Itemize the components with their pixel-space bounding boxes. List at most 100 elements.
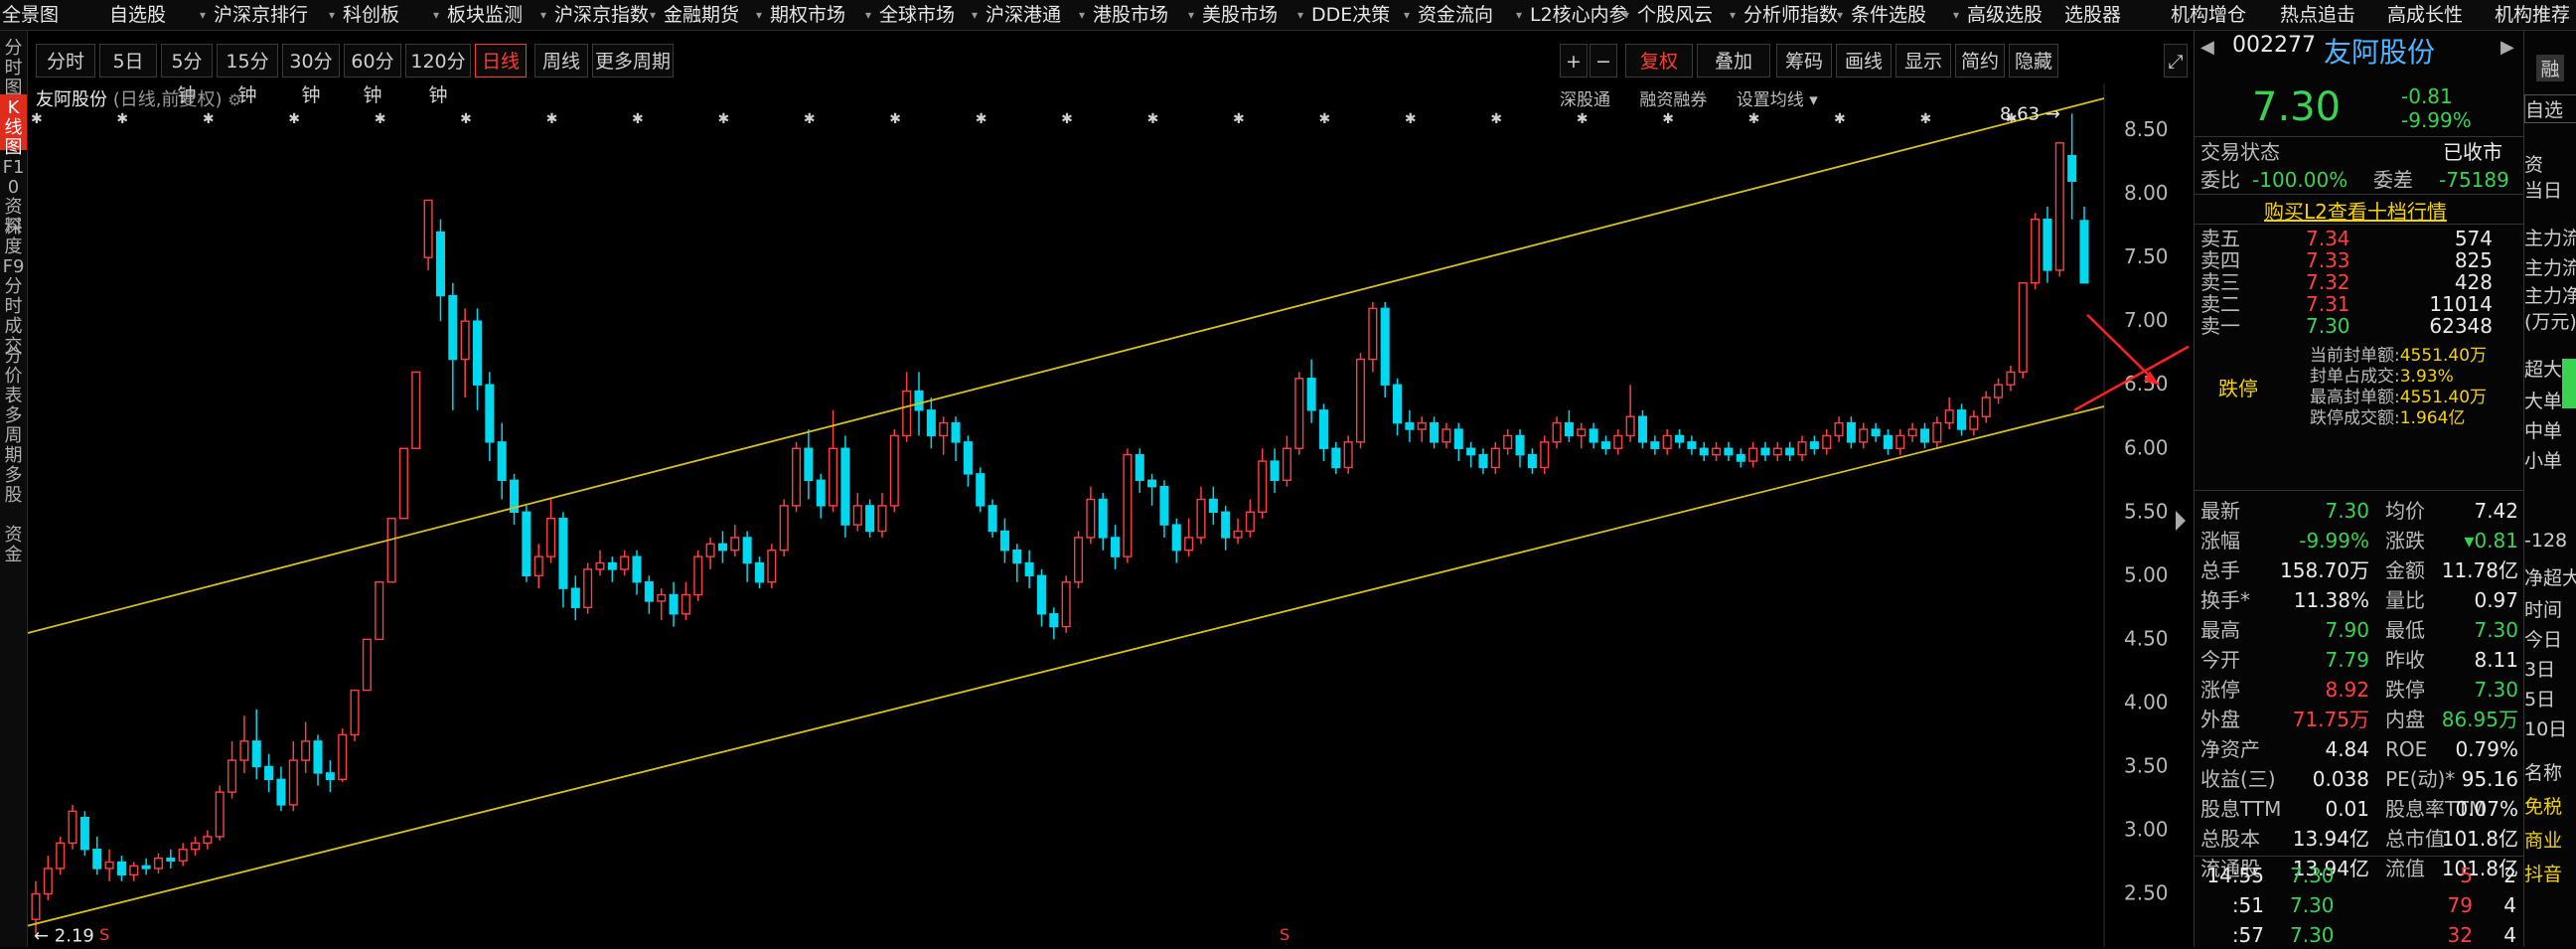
toolbar-right-4[interactable]: 筹码 bbox=[1776, 44, 1832, 78]
chevron-down-icon: ▾ bbox=[1730, 8, 1737, 22]
rail-item-1[interactable]: K线图 bbox=[0, 94, 27, 158]
rail-item-3[interactable]: 深度F9 bbox=[0, 214, 27, 277]
top-nav-bar: 全景图 自选股 ▾ 沪深京排行 ▾ 科创板 ▾ 板块监测 ▾ 沪深京指数 ▾ 金融期货 ▾ 期权市场 ▾ 全球… bbox=[0, 0, 2576, 31]
nav-item-18[interactable]: 高级选股 bbox=[1967, 0, 2043, 30]
period-tab-1[interactable]: 5日 bbox=[99, 44, 157, 78]
candle bbox=[1135, 448, 1144, 494]
kline-chart[interactable]: 8.50 8.00 7.50 7.00 6.50 6.00 5.50 5.00 4.50 4.00… bbox=[28, 83, 2189, 947]
nav-item-5[interactable]: 沪深京指数 bbox=[554, 0, 649, 30]
y-tick-label: 8.50 bbox=[2124, 117, 2169, 141]
toolbar-right-0[interactable]: + bbox=[1560, 44, 1588, 78]
candle bbox=[1662, 429, 1672, 455]
rail-item-0[interactable]: 分时图 bbox=[0, 35, 27, 98]
toolbar-right-8[interactable]: 隐藏 bbox=[2009, 44, 2058, 78]
ask-row[interactable]: 卖二 7.31 11014 bbox=[2195, 293, 2523, 315]
nav-item-12[interactable]: DDE决策 bbox=[1311, 0, 1390, 30]
panel-toggle-icon[interactable] bbox=[2176, 511, 2186, 531]
period-tab-8[interactable]: 周线 bbox=[534, 44, 588, 78]
l2-upgrade-link[interactable]: 购买L2查看十档行情 bbox=[2264, 196, 2447, 225]
nav-item-11[interactable]: 美股市场 bbox=[1202, 0, 1278, 30]
y-tick-label: 5.50 bbox=[2124, 499, 2169, 523]
nav-item-1[interactable]: 自选股 bbox=[109, 0, 166, 30]
toolbar-right-2[interactable]: 复权 bbox=[1625, 44, 1693, 78]
s-marker: S bbox=[1280, 925, 1289, 944]
stat-value: 4.84 bbox=[2325, 737, 2369, 761]
trade-row: :57 7.30 32 4 bbox=[2195, 921, 2523, 949]
nav-item-14[interactable]: L2核心内参 bbox=[1530, 0, 1628, 30]
rail-item-7[interactable]: 多股 bbox=[0, 462, 27, 518]
nav-item-22[interactable]: 高成长性 bbox=[2387, 0, 2463, 30]
fund-flow-item-17: 5日 bbox=[2524, 689, 2556, 711]
y-tick-label: 3.00 bbox=[2124, 818, 2169, 842]
toolbar-right-3[interactable]: 叠加 bbox=[1697, 44, 1770, 78]
period-tab-7[interactable]: 日线 bbox=[475, 44, 527, 78]
rail-item-6[interactable]: 多周期 bbox=[0, 402, 27, 466]
period-tab-2[interactable]: 5分钟 bbox=[161, 44, 213, 106]
annotation-arrow[interactable] bbox=[2073, 345, 2189, 411]
nav-item-7[interactable]: 期权市场 bbox=[770, 0, 845, 30]
period-tab-0[interactable]: 分时 bbox=[36, 44, 95, 78]
nav-item-17[interactable]: 条件选股 bbox=[1851, 0, 1926, 30]
ask-label: 卖二 bbox=[2200, 292, 2240, 316]
candle bbox=[1613, 429, 1623, 455]
rail-item-8[interactable]: 资金 bbox=[0, 522, 27, 577]
nav-item-0[interactable]: 全景图 bbox=[2, 0, 59, 30]
candle bbox=[1503, 429, 1513, 455]
toolbar-right-7[interactable]: 简约 bbox=[1955, 44, 2005, 78]
nav-item-2[interactable]: 沪深京排行 bbox=[214, 0, 308, 30]
nav-item-3[interactable]: 科创板 bbox=[343, 0, 399, 30]
candle bbox=[1637, 409, 1648, 449]
period-tab-3[interactable]: 15分钟 bbox=[217, 44, 278, 106]
ask-volume: 62348 bbox=[2429, 314, 2493, 338]
nav-item-4[interactable]: 板块监测 bbox=[447, 0, 523, 30]
event-marker: ✱ bbox=[1577, 111, 1589, 127]
candle bbox=[926, 397, 936, 449]
fullscreen-icon[interactable]: ⤢ bbox=[2164, 44, 2188, 78]
nav-item-8[interactable]: 全球市场 bbox=[879, 0, 955, 30]
candle bbox=[1318, 403, 1328, 462]
candle bbox=[632, 550, 642, 595]
nav-item-9[interactable]: 沪深港通 bbox=[985, 0, 1061, 30]
nav-item-6[interactable]: 金融期货 bbox=[664, 0, 739, 30]
ask-label: 卖一 bbox=[2200, 314, 2240, 338]
next-stock-icon[interactable]: ▶ bbox=[2500, 37, 2514, 58]
period-tab-4[interactable]: 30分钟 bbox=[282, 44, 340, 106]
channel-lower-line[interactable] bbox=[28, 405, 2105, 927]
nav-item-13[interactable]: 资金流向 bbox=[1418, 0, 1493, 30]
stat-label: 换手* bbox=[2200, 588, 2250, 612]
candle bbox=[338, 728, 348, 782]
nav-item-20[interactable]: 机构增仓 bbox=[2171, 0, 2246, 30]
ask-row[interactable]: 卖四 7.33 825 bbox=[2195, 249, 2523, 271]
fund-flow-item-1[interactable]: 自选 bbox=[2524, 94, 2576, 123]
nav-item-15[interactable]: 个股风云 bbox=[1637, 0, 1713, 30]
candle bbox=[939, 416, 949, 455]
candle bbox=[1834, 416, 1844, 442]
ask-row[interactable]: 卖一 7.30 62348 bbox=[2195, 315, 2523, 337]
nav-item-23[interactable]: 机构推荐 bbox=[2495, 0, 2570, 30]
period-tab-6[interactable]: 120分钟 bbox=[405, 44, 471, 106]
fund-flow-item-0[interactable]: 融 bbox=[2536, 55, 2564, 81]
candle bbox=[2031, 213, 2041, 290]
toolbar-right-1[interactable]: − bbox=[1590, 44, 1617, 78]
stat-row: 外盘 71.75万 内盘 86.95万 bbox=[2195, 705, 2523, 734]
nav-item-16[interactable]: 分析师指数 bbox=[1743, 0, 1838, 30]
nav-item-21[interactable]: 热点追击 bbox=[2280, 0, 2355, 30]
toolbar-right-6[interactable]: 显示 bbox=[1895, 44, 1951, 78]
rail-item-4[interactable]: 分时成交 bbox=[0, 273, 27, 357]
candle bbox=[116, 856, 126, 881]
prev-stock-icon[interactable]: ◀ bbox=[2200, 37, 2214, 58]
nav-item-10[interactable]: 港股市场 bbox=[1093, 0, 1168, 30]
stock-name: 友阿股份 bbox=[2324, 36, 2436, 69]
channel-upper-line[interactable] bbox=[28, 97, 2105, 634]
toolbar-right-5[interactable]: 画线 bbox=[1836, 44, 1892, 78]
nav-item-19[interactable]: 选股器 bbox=[2064, 0, 2121, 30]
ask-row[interactable]: 卖三 7.32 428 bbox=[2195, 271, 2523, 293]
candle bbox=[705, 537, 715, 569]
weibi-label: 委比 bbox=[2200, 168, 2240, 192]
candle bbox=[1785, 441, 1795, 462]
rail-item-5[interactable]: 分价表 bbox=[0, 343, 27, 406]
ask-row[interactable]: 卖五 7.34 574 bbox=[2195, 228, 2523, 249]
period-tab-5[interactable]: 60分钟 bbox=[344, 44, 401, 106]
period-tab-9[interactable]: 更多周期 bbox=[592, 44, 674, 78]
rail-item-2[interactable]: F10资料 bbox=[0, 154, 27, 237]
